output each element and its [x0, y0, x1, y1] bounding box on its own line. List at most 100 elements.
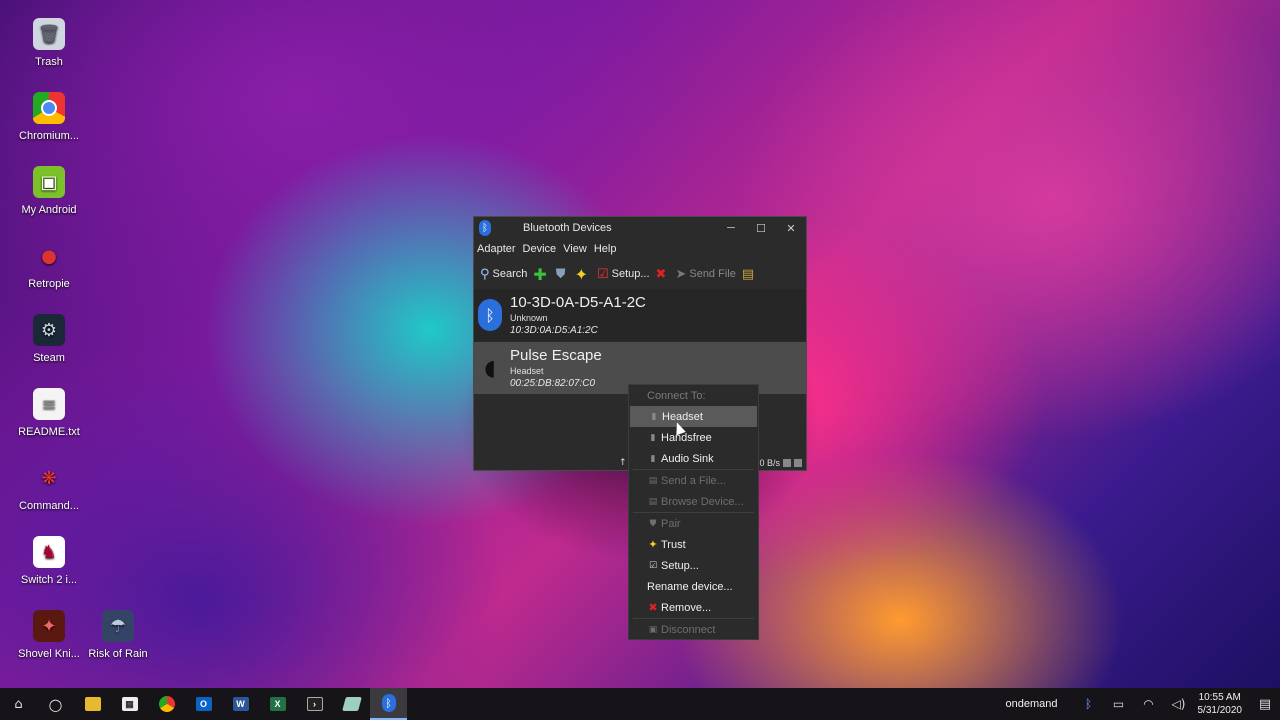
- start-button[interactable]: ⌂: [0, 688, 37, 720]
- user-name: ondemand: [1005, 698, 1058, 710]
- bluetooth-tray-icon[interactable]: ᛒ: [1074, 697, 1104, 711]
- store-bag-icon: ▦: [121, 697, 138, 711]
- toolbar: ⚲ Search ✚ ⛊ ✦ ☑ Setup... ✖ ➤ Send File …: [474, 259, 806, 289]
- maximize-button[interactable]: ☐: [746, 222, 776, 235]
- window-titlebar[interactable]: ᛒ Bluetooth Devices ─ ☐ ✕: [474, 217, 806, 239]
- headset-icon: ◖: [484, 355, 496, 381]
- bluetooth-taskbar-button[interactable]: ᛒ: [370, 688, 407, 720]
- send-file-button[interactable]: ➤ Send File: [675, 267, 735, 282]
- minimize-button[interactable]: ─: [716, 222, 746, 234]
- window-title: Bluetooth Devices: [523, 222, 612, 234]
- taskbar: ⌂ ○ ▦ O W X › ᛒ ondemand ᛒ ▭ ◠ ◁) 10:55 …: [0, 688, 1280, 720]
- search-button[interactable]: ⚲ Search: [480, 267, 527, 282]
- keyboard-tray-icon[interactable]: ▭: [1104, 697, 1134, 711]
- folder-icon: [84, 697, 101, 711]
- search-taskbar-button[interactable]: ○: [37, 688, 74, 720]
- connect-audio-sink-item[interactable]: ▮ Audio Sink: [629, 448, 758, 469]
- desktop-icon-readme[interactable]: ≡ README.txt: [3, 388, 95, 438]
- desktop-icon-risk-of-rain[interactable]: ☂ Risk of Rain: [72, 610, 164, 660]
- setup-button[interactable]: ☑ Setup...: [597, 267, 650, 282]
- trust-button[interactable]: ✦: [575, 265, 591, 284]
- excel-icon: X: [269, 697, 286, 711]
- volume-icon[interactable]: ◁): [1164, 697, 1194, 711]
- word-button[interactable]: W: [222, 688, 259, 720]
- word-icon: W: [232, 697, 249, 711]
- desktop-icon-label: My Android: [21, 204, 77, 216]
- plus-icon: ✚: [533, 264, 547, 284]
- file-explorer-button[interactable]: [74, 688, 111, 720]
- outlook-button[interactable]: O: [185, 688, 222, 720]
- menu-label: Rename device...: [647, 580, 733, 593]
- status-indicator-icon: [783, 459, 791, 467]
- desktop-icon-my-android[interactable]: ▣ My Android: [3, 166, 95, 216]
- desktop-icon-label: Chromium...: [19, 130, 79, 142]
- menu-help[interactable]: Help: [594, 243, 617, 255]
- switch-icon: ♞: [33, 536, 65, 568]
- shield-icon: ⛊: [555, 266, 566, 282]
- terminal-button[interactable]: ›: [296, 688, 333, 720]
- device-type: Unknown: [510, 313, 548, 323]
- menu-label: Setup...: [661, 559, 699, 572]
- folder-icon: ▤: [741, 266, 755, 282]
- excel-button[interactable]: X: [259, 688, 296, 720]
- menu-device[interactable]: Device: [523, 243, 557, 255]
- menu-label: Connect To:: [647, 389, 706, 402]
- device-row[interactable]: ᛒ 10-3D-0A-D5-A1-2C Unknown 10:3D:0A:D5:…: [474, 289, 806, 341]
- pair-button[interactable]: ⛊: [556, 267, 569, 282]
- risk-of-rain-icon: ☂: [102, 610, 134, 642]
- wifi-icon[interactable]: ◠: [1134, 697, 1164, 711]
- browse-button[interactable]: ▤: [742, 267, 757, 282]
- android-icon: ▣: [33, 166, 65, 198]
- trust-star-icon: ✦: [648, 538, 658, 551]
- desktop-icon-retropie[interactable]: ● Retropie: [3, 240, 95, 291]
- chromium-taskbar-button[interactable]: [148, 688, 185, 720]
- disconnect-icon: ▣: [648, 624, 658, 635]
- steam-icon: ⚙: [33, 314, 65, 346]
- remove-item[interactable]: ✖ Remove...: [629, 597, 758, 618]
- browse-device-item[interactable]: ▤ Browse Device...: [629, 491, 758, 512]
- device-context-menu: Connect To: ▮ Headset ▮ Handsfree ▮ Audi…: [628, 384, 759, 640]
- notes-button[interactable]: [333, 688, 370, 720]
- checklist-icon: ☑: [596, 266, 609, 282]
- pair-item[interactable]: ⛊ Pair: [629, 513, 758, 534]
- bluetooth-app-icon: ᛒ: [479, 220, 491, 236]
- desktop-icon-switch[interactable]: ♞ Switch 2 i...: [3, 536, 95, 586]
- handsfree-small-icon: ▮: [650, 432, 656, 443]
- menu-view[interactable]: View: [563, 243, 587, 255]
- desktop-icon-trash[interactable]: 🗑 Trash: [3, 18, 95, 68]
- desktop-icon-chromium[interactable]: Chromium...: [3, 92, 95, 142]
- menu-bar: Adapter Device View Help: [474, 239, 806, 259]
- setup-label: Setup...: [611, 268, 650, 280]
- device-type: Headset: [510, 366, 544, 376]
- chromium-icon: [158, 696, 175, 712]
- menu-label: Pair: [661, 517, 681, 530]
- star-icon: ✦: [574, 264, 588, 284]
- terminal-icon: ›: [306, 697, 323, 711]
- trust-item[interactable]: ✦ Trust: [629, 534, 758, 555]
- pair-shield-icon: ⛊: [649, 518, 657, 529]
- menu-label: Browse Device...: [661, 495, 744, 508]
- send-file-item[interactable]: ▤ Send a File...: [629, 470, 758, 491]
- setup-item[interactable]: ☑ Setup...: [629, 555, 758, 576]
- desktop-icon-command[interactable]: ❋ Command...: [3, 462, 95, 513]
- connect-headset-item[interactable]: ▮ Headset: [630, 406, 757, 427]
- connect-handsfree-item[interactable]: ▮ Handsfree: [629, 427, 758, 448]
- clock-time: 10:55 AM: [1198, 692, 1241, 703]
- disconnect-item[interactable]: ▣ Disconnect: [629, 619, 758, 640]
- remove-button[interactable]: ✖: [656, 267, 670, 282]
- notification-center-icon[interactable]: ▤: [1250, 697, 1280, 712]
- rename-device-item[interactable]: Rename device...: [629, 576, 758, 597]
- device-address: 00:25:DB:82:07:C0: [510, 378, 596, 389]
- desktop-icon-label: Steam: [33, 352, 65, 364]
- command-icon: ❋: [41, 467, 57, 489]
- chromium-icon: [33, 92, 65, 124]
- store-button[interactable]: ▦: [111, 688, 148, 720]
- desktop-icon-steam[interactable]: ⚙ Steam: [3, 314, 95, 364]
- browse-icon: ▤: [648, 496, 658, 507]
- desktop-icon-label: README.txt: [18, 426, 80, 438]
- clock[interactable]: 10:55 AM 5/31/2020: [1198, 691, 1243, 717]
- menu-label: Audio Sink: [661, 452, 714, 465]
- close-button[interactable]: ✕: [776, 222, 806, 235]
- add-device-button[interactable]: ✚: [533, 265, 549, 284]
- menu-adapter[interactable]: Adapter: [477, 243, 516, 255]
